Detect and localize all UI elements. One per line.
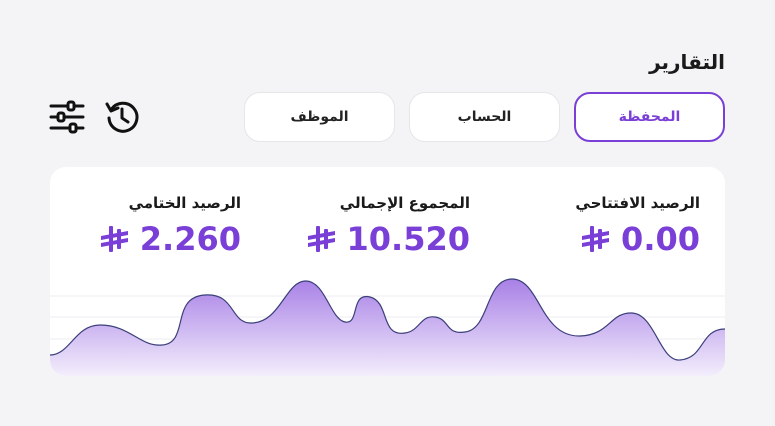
stat-closing-balance: الرصيد الختامي 2.260 — [98, 194, 241, 258]
tab-wallet-label: المحفظة — [618, 109, 681, 125]
tab-account[interactable]: الحساب — [409, 92, 560, 142]
stat-label: الرصيد الختامي — [128, 194, 241, 212]
stat-label: الرصيد الافتتاحي — [575, 194, 700, 212]
balance-trend-chart — [50, 278, 725, 376]
saudi-riyal-icon — [582, 226, 610, 252]
history-button[interactable] — [103, 98, 141, 136]
sliders-icon — [49, 100, 85, 134]
stat-value: 0.00 — [621, 220, 700, 258]
filter-button[interactable] — [48, 98, 86, 136]
page-title: التقارير — [649, 50, 725, 74]
chart-area — [50, 279, 725, 376]
stat-value: 10.520 — [346, 220, 470, 258]
history-icon — [105, 101, 139, 133]
tab-wallet[interactable]: المحفظة — [574, 92, 725, 142]
saudi-riyal-icon — [100, 226, 128, 252]
tab-employee[interactable]: الموظف — [244, 92, 395, 142]
summary-card: الرصيد الافتتاحي 0.00 المجموع الإجمالي 1… — [50, 167, 725, 376]
stat-label: المجموع الإجمالي — [339, 194, 470, 212]
tab-employee-label: الموظف — [290, 109, 349, 125]
stat-total: المجموع الإجمالي 10.520 — [305, 194, 470, 258]
tab-account-label: الحساب — [457, 109, 512, 125]
stat-opening-balance: الرصيد الافتتاحي 0.00 — [575, 194, 700, 258]
stat-value: 2.260 — [139, 220, 241, 258]
saudi-riyal-icon — [307, 226, 335, 252]
